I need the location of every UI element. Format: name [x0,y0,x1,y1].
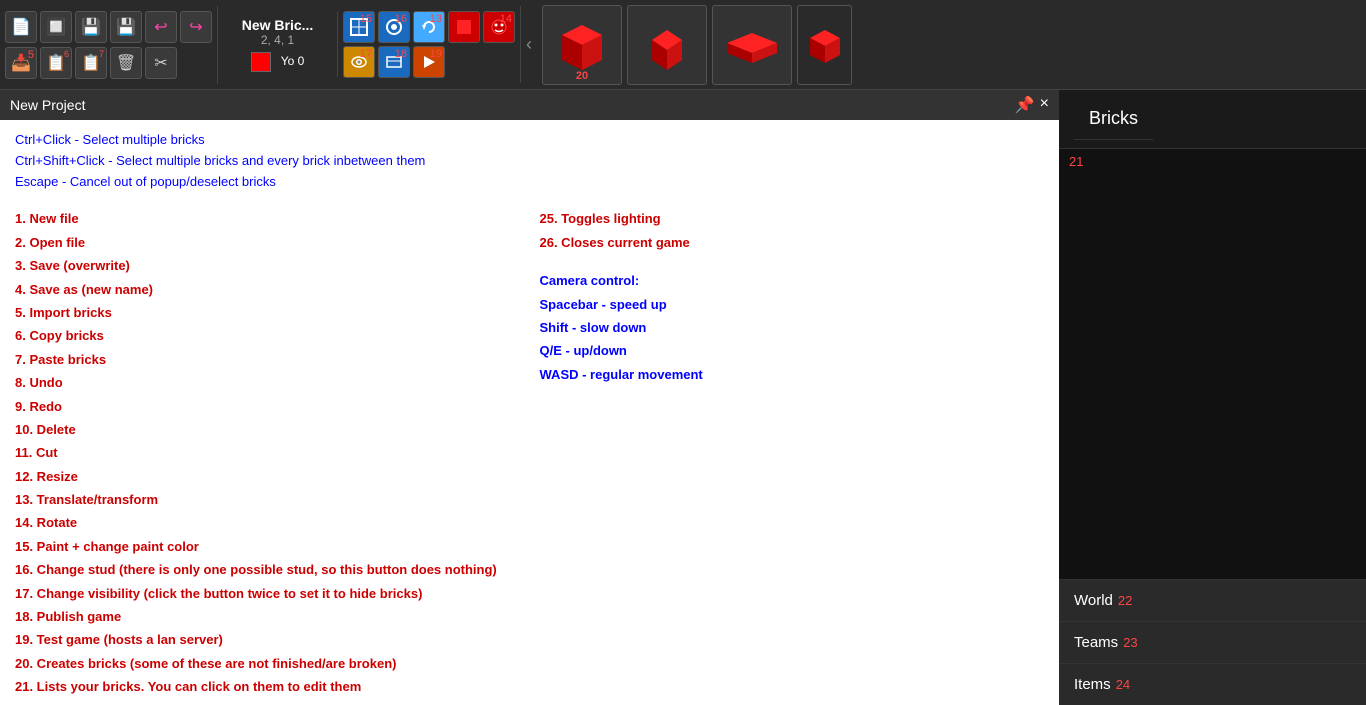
bricks-list-area[interactable]: 21 [1059,149,1366,579]
redo-button[interactable]: ↪ [180,11,212,43]
camera-item: Shift - slow down [540,316,1045,339]
help-item-left: 15. Paint + change paint color [15,535,520,558]
hint-1: Ctrl+Click - Select multiple bricks [15,130,1044,151]
help-item-left: 17. Change visibility (click the button … [15,582,520,605]
tools-row-bottom: 17 18 19 [343,46,515,78]
camera-item: WASD - regular movement [540,363,1045,386]
undo-button[interactable]: ↩ [145,11,177,43]
red-square-button[interactable] [448,11,480,43]
right-sidebar: Bricks 21 World 22 Teams 23 Items 24 [1059,90,1366,705]
tool-13-button[interactable]: 13 [413,11,445,43]
toolbar-center: New Bric... 2, 4, 1 Yo 0 [218,12,338,77]
brick-thumb-4[interactable] [797,5,852,85]
help-col-left: 1. New file2. Open file3. Save (overwrit… [15,207,520,705]
help-title: New Project [10,97,85,113]
help-item-left: 9. Redo [15,395,520,418]
items-number: 24 [1116,677,1130,692]
help-title-icons: 📌 × [1015,95,1049,115]
import-button[interactable]: 📥 5 [5,47,37,79]
color-indicator[interactable] [251,52,271,72]
tool-16-button[interactable]: 16 [378,11,410,43]
hint-2: Ctrl+Shift+Click - Select multiple brick… [15,151,1044,172]
bricks-title: Bricks [1074,98,1153,140]
camera-item: Spacebar - speed up [540,293,1045,316]
nav-left-arrow[interactable]: ‹ [521,34,537,55]
help-item-left: 1. New file [15,207,520,230]
save-as-button[interactable]: 💾 [110,11,142,43]
copy-brick-button[interactable]: 📋 6 [40,47,72,79]
bricks-number-21: 21 [1059,149,1366,174]
help-col-right: 25. Toggles lighting26. Closes current g… [540,207,1045,705]
help-item-left: 2. Open file [15,231,520,254]
tool-face-button[interactable]: 14 [483,11,515,43]
new-file-button[interactable]: 📄 [5,11,37,43]
brick-thumb-2[interactable] [627,5,707,85]
yo-display: Yo 0 [281,54,305,68]
help-item-left: 11. Cut [15,441,520,464]
help-close-button[interactable]: × [1040,95,1049,115]
tools-row-top: 15 16 13 14 [343,11,515,43]
help-item-left: 3. Save (overwrite) [15,254,520,277]
main-area: New Project 📌 × Ctrl+Click - Select mult… [0,90,1366,705]
scan-button[interactable]: 🔲 [40,11,72,43]
coords-display: 2, 4, 1 [261,33,294,47]
brick-thumbnails: 20 [537,0,1366,90]
camera-item: Q/E - up/down [540,339,1045,362]
help-item-left: 14. Rotate [15,511,520,534]
help-item-left: 10. Delete [15,418,520,441]
help-item-left: 13. Translate/transform [15,488,520,511]
world-number: 22 [1118,593,1132,608]
teams-item[interactable]: Teams 23 [1059,621,1366,663]
sidebar-footer: World 22 Teams 23 Items 24 [1059,579,1366,705]
toolbar-row-1: 📄 🔲 💾 💾 ↩ ↪ [5,11,212,43]
help-item-left: 8. Undo [15,371,520,394]
paste-brick-button[interactable]: 📋 7 [75,47,107,79]
help-title-bar: New Project 📌 × [0,90,1059,120]
brick-20-label: 20 [576,70,588,82]
cut-button[interactable]: ✂ [145,47,177,79]
help-item-left: 18. Publish game [15,605,520,628]
tool-18-button[interactable]: 18 [378,46,410,78]
save-overwrite-button[interactable]: 💾 [75,11,107,43]
help-item-left: 16. Change stud (there is only one possi… [15,558,520,581]
help-item-right: 26. Closes current game [540,231,1045,254]
help-item-left: 12. Resize [15,465,520,488]
toolbar: 📄 🔲 💾 💾 ↩ ↪ 📥 5 📋 6 📋 7 🗑 ✂ New [0,0,1366,90]
brick-thumb-20[interactable]: 20 [542,5,622,85]
tool-17-button[interactable]: 17 [343,46,375,78]
camera-title: Camera control: [540,269,1045,292]
teams-number: 23 [1123,635,1137,650]
help-columns: 1. New file2. Open file3. Save (overwrit… [15,207,1044,705]
help-item-left: 22. Change environmental variables [15,699,520,705]
items-label: Items [1074,676,1111,693]
help-content: Ctrl+Click - Select multiple bricks Ctrl… [0,120,1059,705]
toolbar-row-2: 📥 5 📋 6 📋 7 🗑 ✂ [5,47,212,79]
help-item-left: 7. Paste bricks [15,348,520,371]
help-panel: New Project 📌 × Ctrl+Click - Select mult… [0,90,1059,705]
world-item[interactable]: World 22 [1059,579,1366,621]
help-item-left: 20. Creates bricks (some of these are no… [15,652,520,675]
tool-15-button[interactable]: 15 [343,11,375,43]
tool-19-button[interactable]: 19 [413,46,445,78]
world-label: World [1074,592,1113,609]
delete-button[interactable]: 🗑 [110,47,142,79]
help-item-left: 4. Save as (new name) [15,278,520,301]
help-item-right: 25. Toggles lighting [540,207,1045,230]
help-item-left: 6. Copy bricks [15,324,520,347]
help-item-left: 5. Import bricks [15,301,520,324]
items-item[interactable]: Items 24 [1059,663,1366,705]
brick-thumb-3[interactable] [712,5,792,85]
help-pin-icon[interactable]: 📌 [1015,95,1035,115]
teams-label: Teams [1074,634,1118,651]
toolbar-left-buttons: 📄 🔲 💾 💾 ↩ ↪ 📥 5 📋 6 📋 7 🗑 ✂ [0,6,218,84]
project-title: New Bric... [242,17,314,33]
help-item-left: 19. Test game (hosts a lan server) [15,628,520,651]
help-item-left: 21. Lists your bricks. You can click on … [15,675,520,698]
hint-3: Escape - Cancel out of popup/deselect br… [15,172,1044,193]
